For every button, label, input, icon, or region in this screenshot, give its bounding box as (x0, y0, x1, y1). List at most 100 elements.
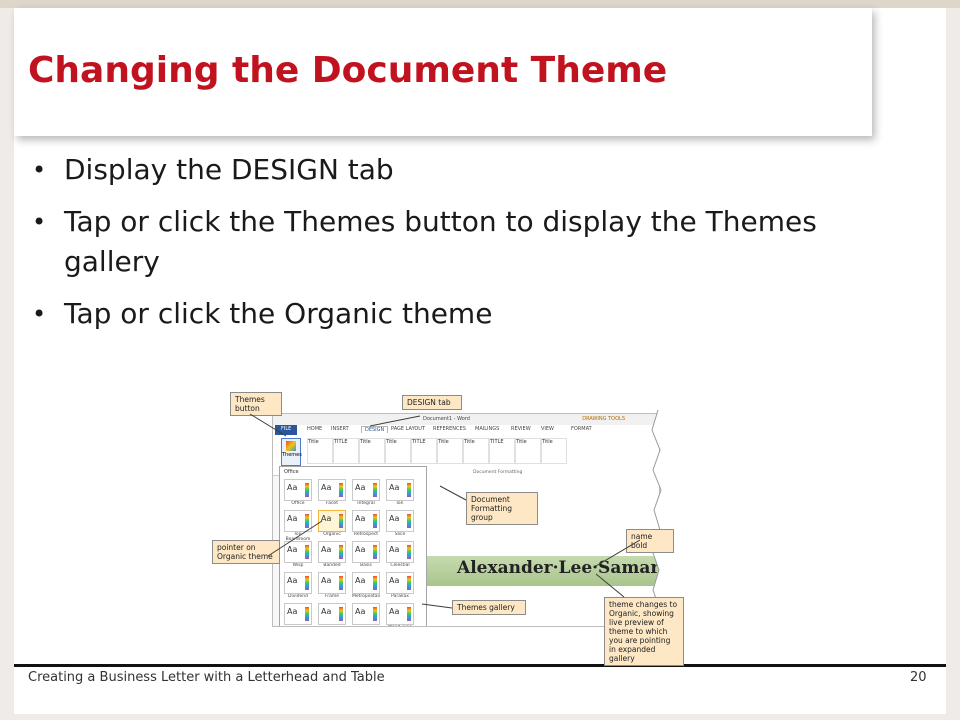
style-set-thumb[interactable]: Title (385, 438, 411, 464)
theme-name: Facet (326, 501, 338, 506)
theme-sample-text: Aa (355, 483, 366, 492)
theme-sample-text: Aa (389, 514, 400, 523)
theme-sample-text: Aa (321, 514, 332, 523)
theme-thumbnail[interactable]: Aa Celestial (386, 541, 416, 569)
sample-name-text: Alexander·Lee·Samara (457, 558, 660, 578)
tab-review[interactable]: REVIEW (511, 426, 531, 432)
callout-name-bold: name bold (626, 529, 674, 553)
callout-design-tab: DESIGN tab (402, 395, 462, 410)
theme-preview: Aa (318, 541, 346, 563)
theme-preview: Aa (352, 479, 380, 501)
theme-preview: Aa (284, 479, 312, 501)
theme-color-swatches (339, 483, 343, 497)
theme-thumbnail[interactable]: Aa Slice (386, 510, 416, 538)
style-set-thumb[interactable]: TITLE (411, 438, 437, 464)
theme-thumbnail[interactable]: Aa Dividend (284, 572, 314, 600)
theme-color-swatches (339, 514, 343, 528)
theme-preview: Aa (318, 603, 346, 625)
theme-color-swatches (305, 607, 309, 621)
theme-thumbnail[interactable]: Aa Office (284, 479, 314, 507)
style-set-thumb[interactable]: Title (515, 438, 541, 464)
theme-name: Slice (394, 532, 406, 537)
theme-sample-text: Aa (389, 607, 400, 616)
theme-thumbnail[interactable]: Aa Parallax (386, 572, 416, 600)
theme-color-swatches (339, 607, 343, 621)
theme-thumbnail[interactable]: Aa Ion (386, 479, 416, 507)
theme-color-swatches (373, 607, 377, 621)
callout-pointer-on-organic: pointer on Organic theme (212, 540, 280, 564)
style-set-thumb[interactable]: Title (463, 438, 489, 464)
theme-preview: Aa (352, 541, 380, 563)
bullet-text: Display the DESIGN tab (64, 153, 394, 186)
theme-sample-text: Aa (287, 607, 298, 616)
theme-thumbnail[interactable]: Aa Integral (352, 479, 382, 507)
theme-preview: Aa (386, 510, 414, 532)
tab-page-layout[interactable]: PAGE LAYOUT (391, 426, 425, 432)
theme-thumbnail[interactable]: Aa Wisp (284, 541, 314, 569)
theme-thumbnail[interactable]: Aa Organic (318, 510, 348, 538)
theme-name: Office (291, 501, 305, 506)
theme-preview: Aa (318, 479, 346, 501)
bullet-list: • Display the DESIGN tab • Tap or click th… (30, 150, 910, 346)
theme-name: Metropolitan (352, 594, 381, 599)
tab-file[interactable]: FILE (275, 425, 298, 435)
drawing-tools-label: DRAWING TOOLS (582, 416, 625, 422)
theme-color-swatches (305, 483, 309, 497)
theme-name: Wisp (292, 563, 304, 568)
page-number: 20 (910, 670, 927, 685)
theme-sample-text: Aa (389, 545, 400, 554)
style-set-thumb[interactable]: Title (541, 438, 567, 464)
theme-color-swatches (305, 514, 309, 528)
callout-themes-button: Themes button (230, 392, 282, 416)
callout-live-preview: theme changes to Organic, showing live p… (604, 597, 684, 666)
style-set-thumb[interactable]: TITLE (333, 438, 359, 464)
themes-button[interactable]: Themes (281, 438, 302, 466)
theme-preview: Aa (318, 572, 346, 594)
tab-home[interactable]: HOME (307, 426, 322, 432)
bullet-dot: • (32, 300, 47, 328)
theme-thumbnail[interactable]: Aa (318, 603, 348, 626)
theme-thumbnail[interactable]: Aa (352, 603, 382, 626)
theme-name: Banded (323, 563, 341, 568)
callout-document-formatting-group: Document Formatting group (466, 492, 538, 525)
style-set-thumb[interactable]: TITLE (489, 438, 515, 464)
theme-preview: Aa (352, 603, 380, 625)
theme-name: Organic (323, 532, 341, 537)
theme-thumbnail[interactable]: Aa Banded (318, 541, 348, 569)
theme-color-swatches (305, 545, 309, 559)
theme-name: Dividend (288, 594, 308, 599)
theme-thumbnail[interactable]: Aa Retrospect (352, 510, 382, 538)
theme-name: Celestial (390, 563, 410, 568)
footer-rule (14, 664, 946, 667)
theme-preview: Aa (284, 572, 312, 594)
themes-gallery: Office Aa Office Aa Facet Aa Integral Aa Ion Aa I… (279, 466, 427, 626)
theme-thumbnail[interactable]: Aa (284, 603, 314, 626)
theme-preview: Aa (284, 510, 312, 532)
bullet-item: • Display the DESIGN tab (30, 150, 910, 190)
tab-view[interactable]: VIEW (541, 426, 554, 432)
tab-references[interactable]: REFERENCES (433, 426, 466, 432)
theme-thumbnail[interactable]: Aa Facet (318, 479, 348, 507)
theme-sample-text: Aa (321, 545, 332, 554)
theme-sample-text: Aa (321, 607, 332, 616)
style-set-thumb[interactable]: Title (359, 438, 385, 464)
tab-format[interactable]: FORMAT (571, 426, 592, 432)
top-band (0, 0, 960, 8)
style-set-thumb[interactable]: Title (307, 438, 333, 464)
theme-sample-text: Aa (355, 576, 366, 585)
theme-preview: Aa (284, 603, 312, 625)
theme-thumbnail[interactable]: Aa Ion Boardroom (284, 510, 314, 542)
bullet-item: • Tap or click the Themes button to displ… (30, 202, 910, 282)
theme-sample-text: Aa (321, 483, 332, 492)
theme-thumbnail[interactable]: Aa Metropolitan (352, 572, 382, 600)
themes-icon (286, 441, 296, 451)
theme-color-swatches (305, 576, 309, 590)
tab-design[interactable]: DESIGN (361, 426, 389, 433)
theme-thumbnail[interactable]: Aa Wood Type (386, 603, 416, 626)
tab-mailings[interactable]: MAILINGS (475, 426, 499, 432)
theme-thumbnail[interactable]: Aa Basis (352, 541, 382, 569)
theme-thumbnail[interactable]: Aa Frame (318, 572, 348, 600)
theme-color-swatches (339, 545, 343, 559)
tab-insert[interactable]: INSERT (331, 426, 349, 432)
style-set-thumb[interactable]: Title (437, 438, 463, 464)
